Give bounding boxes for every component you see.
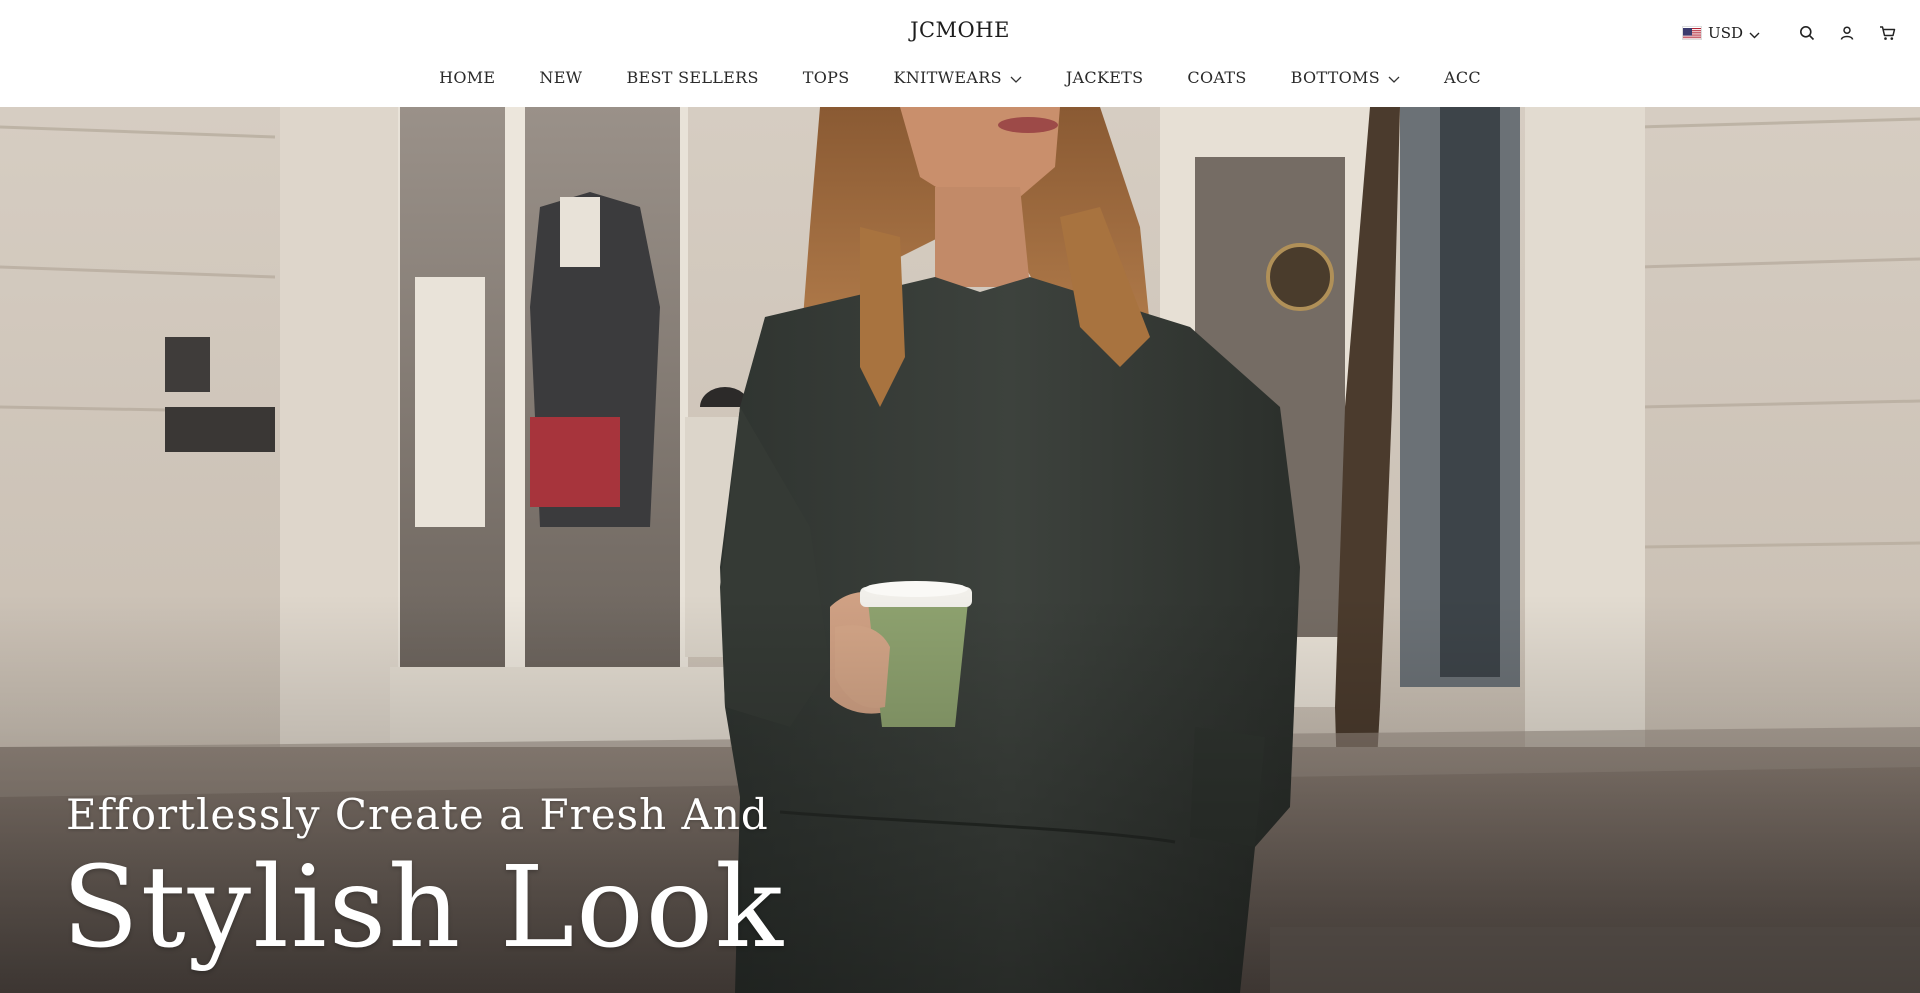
- search-icon[interactable]: [1796, 22, 1818, 44]
- site-header: JCMOHE USD HOME NEW BEST SELLERS TOPS KN…: [0, 0, 1920, 107]
- nav-item-jackets[interactable]: JACKETS: [1066, 68, 1144, 87]
- account-icon[interactable]: [1836, 22, 1858, 44]
- currency-code: USD: [1708, 24, 1743, 42]
- cart-icon[interactable]: [1876, 22, 1898, 44]
- nav-item-bottoms[interactable]: BOTTOMS: [1291, 68, 1400, 87]
- nav-item-knitwears[interactable]: KNITWEARS: [894, 68, 1022, 87]
- nav-item-best-sellers[interactable]: BEST SELLERS: [626, 68, 758, 87]
- nav-item-new[interactable]: NEW: [539, 68, 582, 87]
- hero-banner[interactable]: Effortlessly Create a Fresh And Stylish …: [0, 107, 1920, 993]
- nav-item-home[interactable]: HOME: [439, 68, 495, 87]
- nav-item-label: NEW: [539, 67, 583, 87]
- nav-item-label: BOTTOMS: [1290, 67, 1380, 87]
- hero-title: Stylish Look: [62, 843, 785, 973]
- currency-selector[interactable]: USD: [1682, 24, 1760, 43]
- chevron-down-icon: [1388, 68, 1400, 87]
- us-flag-icon: [1682, 26, 1703, 40]
- nav-item-label: BEST SELLERS: [626, 67, 759, 87]
- nav-item-coats[interactable]: COATS: [1187, 68, 1246, 87]
- nav-item-label: HOME: [439, 67, 496, 87]
- chevron-down-icon: [1010, 68, 1022, 87]
- nav-item-label: TOPS: [802, 67, 850, 87]
- nav-item-label: COATS: [1187, 67, 1247, 87]
- main-nav: HOME NEW BEST SELLERS TOPS KNITWEARS JAC…: [0, 64, 1920, 90]
- brand-logo[interactable]: JCMOHE: [0, 18, 1920, 42]
- nav-item-acc[interactable]: ACC: [1444, 68, 1481, 87]
- nav-item-tops[interactable]: TOPS: [803, 68, 850, 87]
- header-utility: USD: [1682, 22, 1898, 44]
- nav-item-label: KNITWEARS: [893, 67, 1002, 87]
- nav-item-label: JACKETS: [1065, 67, 1144, 87]
- hero-subtitle: Effortlessly Create a Fresh And: [66, 790, 769, 839]
- chevron-down-icon: [1749, 24, 1760, 43]
- nav-item-label: ACC: [1443, 67, 1481, 87]
